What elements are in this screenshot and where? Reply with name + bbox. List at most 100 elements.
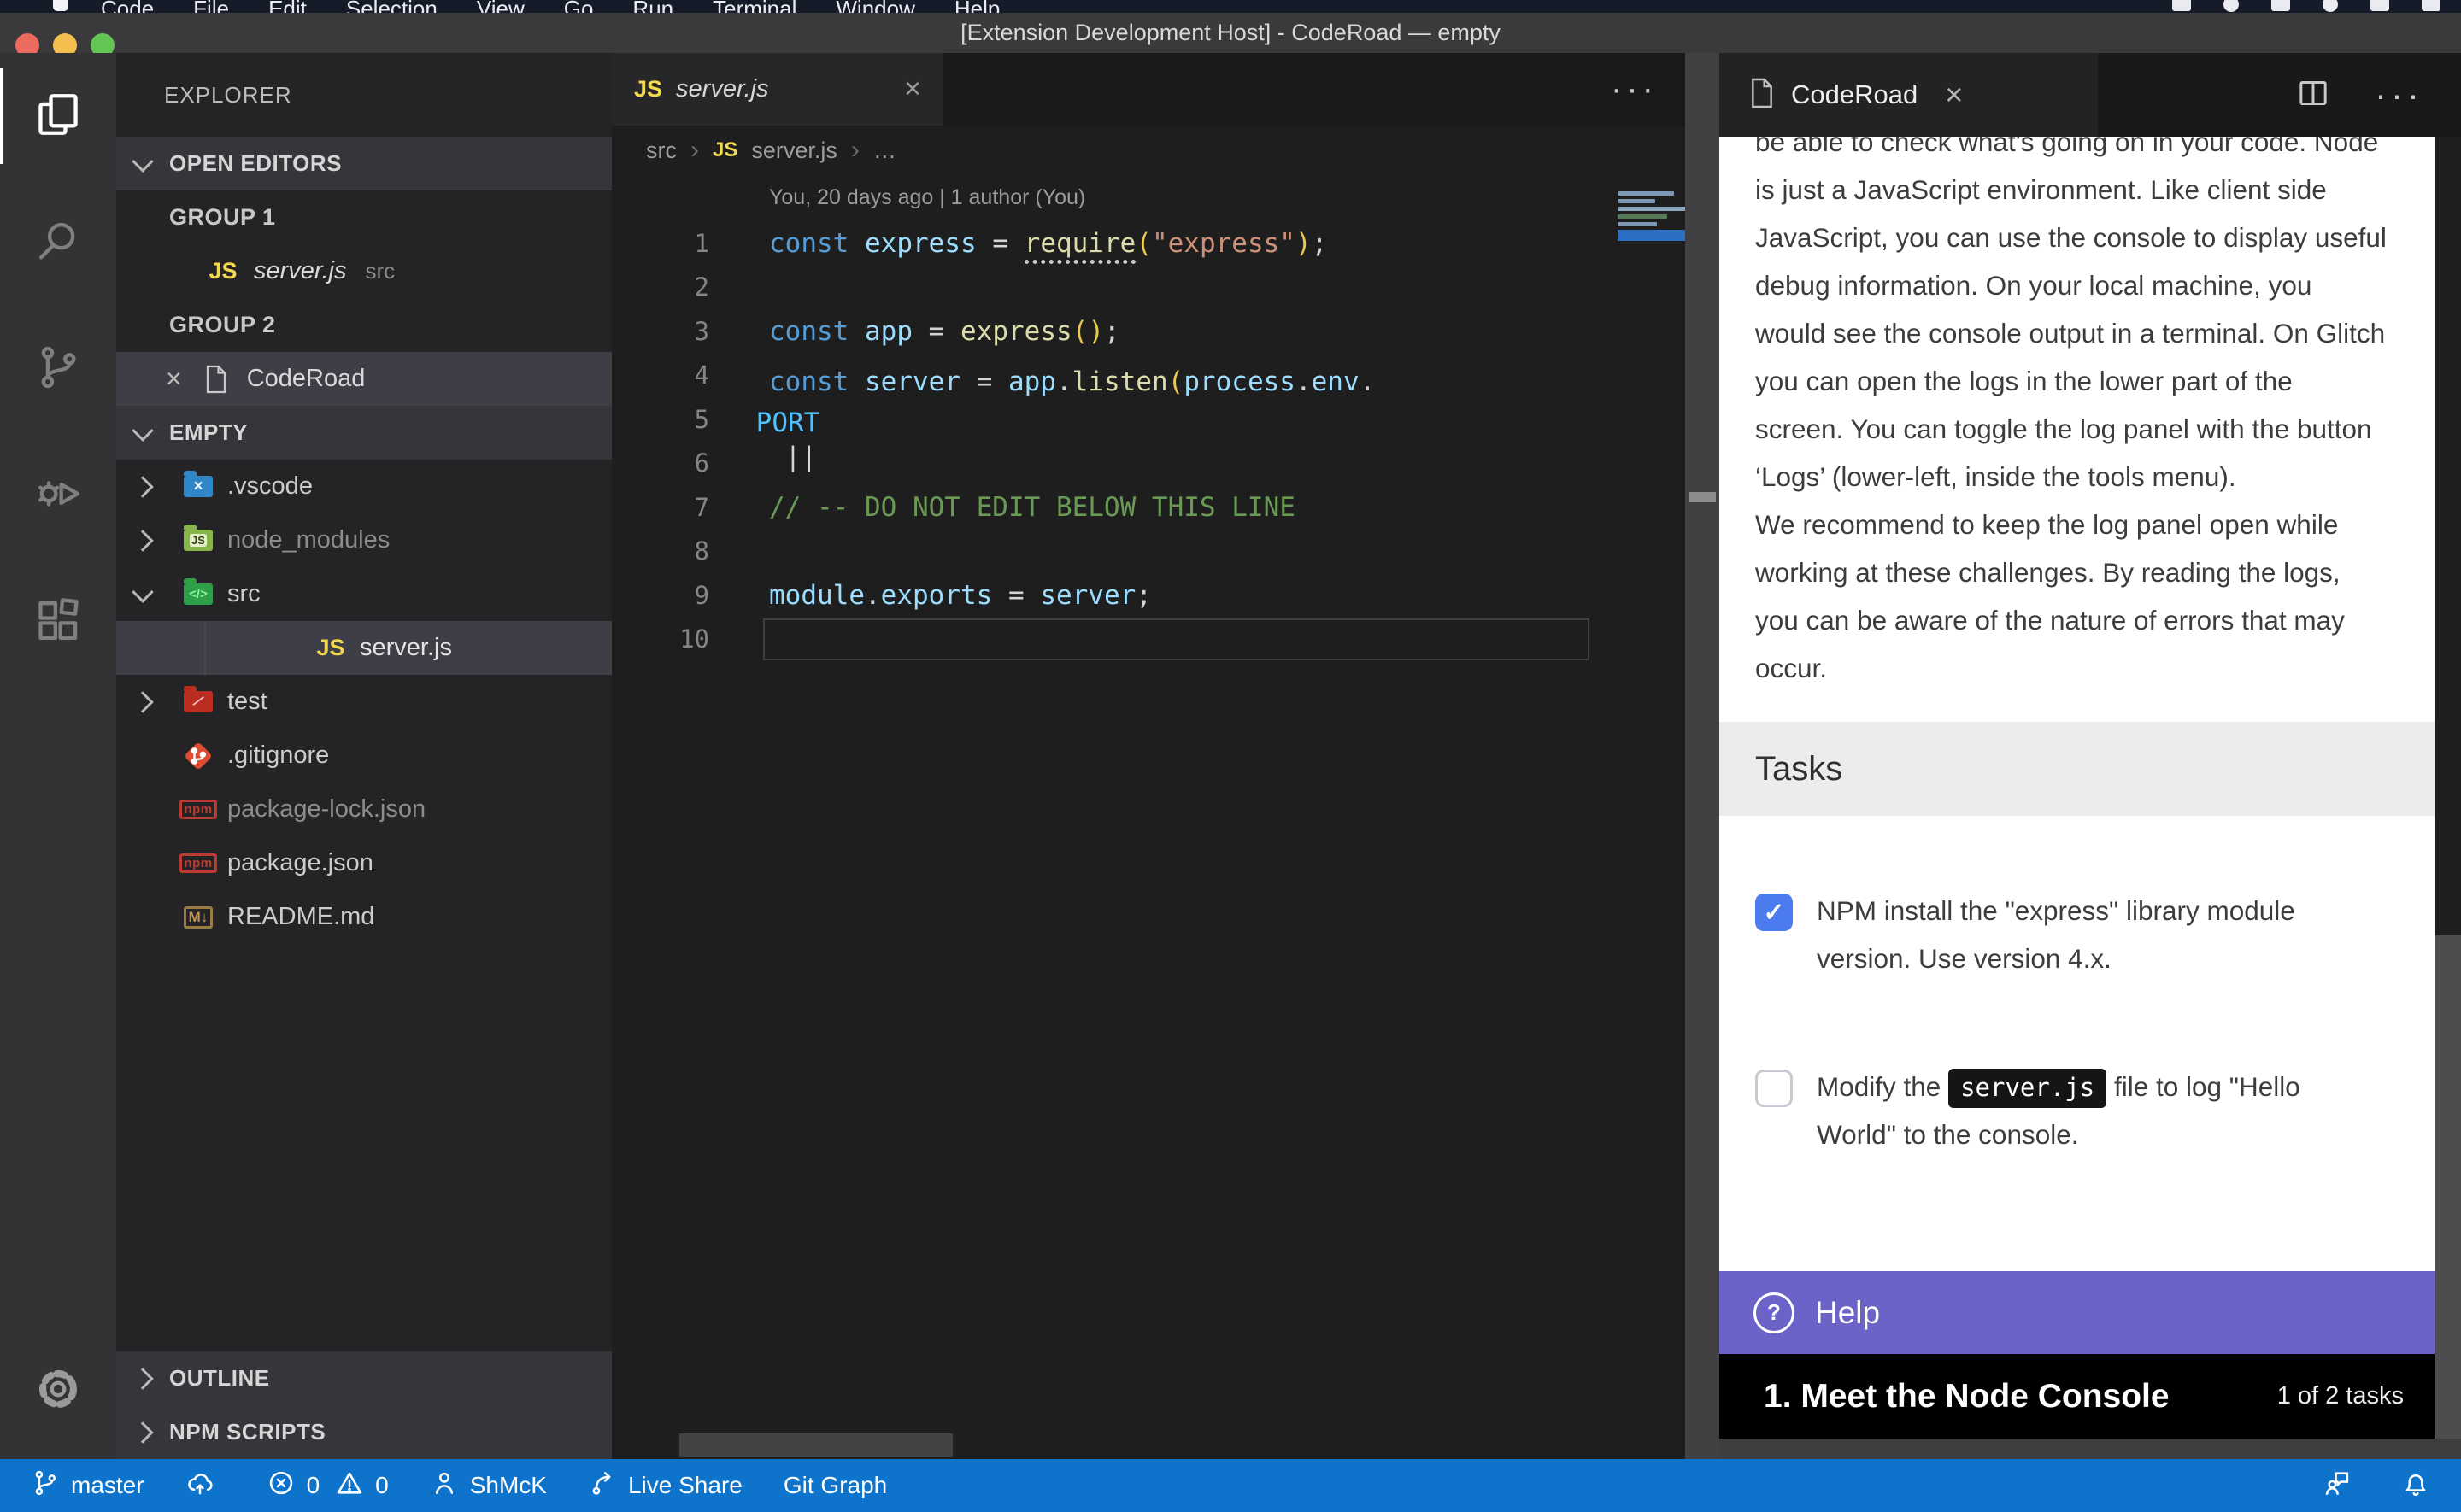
scrollbar-thumb[interactable] xyxy=(1689,492,1716,502)
task-checkbox-checked[interactable]: ✓ xyxy=(1755,894,1793,931)
file-icon xyxy=(199,362,233,396)
account-status[interactable]: ShMcK xyxy=(430,1468,547,1503)
code-line[interactable]: 5 const server = app.listen(process.env.… xyxy=(612,397,1719,442)
code-line[interactable]: 6 xyxy=(612,442,1719,486)
folder-src[interactable]: </> src xyxy=(116,567,612,621)
breadcrumb-segment[interactable]: src xyxy=(646,138,677,164)
activity-settings[interactable] xyxy=(0,1339,116,1442)
file-gitignore[interactable]: .gitignore xyxy=(116,729,612,782)
activity-source-control[interactable] xyxy=(0,306,116,432)
open-editor-row[interactable]: GROUP 2 xyxy=(116,298,612,352)
split-editor-icon[interactable] xyxy=(2296,76,2330,114)
panel-separator-scrollbar[interactable] xyxy=(1685,53,1719,1459)
section-npm-scripts[interactable]: NPM SCRIPTS xyxy=(116,1405,612,1459)
webview-scrollbar[interactable] xyxy=(2435,137,2461,1439)
folder-vscode[interactable]: × .vscode xyxy=(116,460,612,513)
code-line[interactable]: 10 xyxy=(612,618,1719,662)
menu-item[interactable]: Edit xyxy=(268,0,307,13)
more-actions-icon[interactable]: ··· xyxy=(2375,74,2423,115)
search-icon xyxy=(33,216,83,270)
file-readme[interactable]: M↓ README.md xyxy=(116,890,612,944)
code-area: 1 const express = require("express"); 2 … xyxy=(612,221,1719,661)
paragraph-line: ‘Logs’ (lower-left, inside the tools men… xyxy=(1755,453,2399,501)
code-line[interactable]: 1 const express = require("express"); xyxy=(612,221,1719,266)
error-icon xyxy=(267,1468,296,1503)
code-line[interactable]: 9 module.exports = server; xyxy=(612,573,1719,618)
folder-node-modules[interactable]: JS node_modules xyxy=(116,513,612,567)
tab-coderoad[interactable]: CodeRoad × xyxy=(1719,53,2098,137)
notifications-status[interactable] xyxy=(2401,1468,2430,1503)
folder-test[interactable]: ∕ test xyxy=(116,675,612,729)
line-number[interactable]: 2 xyxy=(612,273,709,302)
menu-item[interactable]: Code xyxy=(101,0,154,13)
file-package-json[interactable]: npm package.json xyxy=(116,836,612,890)
activity-run-debug[interactable] xyxy=(0,432,116,559)
git-branch-status[interactable]: master xyxy=(31,1468,144,1503)
menu-item[interactable]: View xyxy=(477,0,525,13)
menu-item[interactable]: Help xyxy=(954,0,1000,13)
line-number[interactable]: 3 xyxy=(612,317,709,346)
menu-item[interactable]: Window xyxy=(836,0,914,13)
line-number[interactable]: 7 xyxy=(612,493,709,522)
open-editor-server-js[interactable]: JS server.js src xyxy=(116,244,612,298)
npm-icon: npm xyxy=(181,847,215,881)
help-bar[interactable]: ? Help xyxy=(1719,1271,2435,1354)
folder-section-header[interactable]: EMPTY xyxy=(116,406,612,460)
md-icon: M↓ xyxy=(181,900,215,935)
sync-status[interactable] xyxy=(185,1468,226,1503)
menu-item[interactable]: Terminal xyxy=(713,0,796,13)
live-share-status[interactable]: Live Share xyxy=(588,1468,743,1503)
activity-search[interactable] xyxy=(0,179,116,306)
feedback-icon xyxy=(2323,1468,2352,1503)
open-editors-header[interactable]: OPEN EDITORS xyxy=(116,137,612,190)
feedback-status[interactable] xyxy=(2323,1468,2352,1503)
files-icon xyxy=(33,90,83,144)
git-graph-status[interactable]: Git Graph xyxy=(784,1472,887,1499)
scrollbar-thumb[interactable] xyxy=(2435,935,2461,1439)
warnings-status[interactable]: 0 xyxy=(335,1468,389,1503)
minimap[interactable] xyxy=(1618,191,1686,241)
menu-item[interactable]: Go xyxy=(564,0,594,13)
code-line[interactable]: 2 xyxy=(612,266,1719,310)
paragraph-line: JavaScript, you can use the console to d… xyxy=(1755,214,2399,261)
file-server-js[interactable]: JS server.js xyxy=(116,621,612,675)
breadcrumb-segment[interactable]: … xyxy=(873,138,896,164)
menu-item[interactable]: File xyxy=(193,0,229,13)
line-number[interactable]: 5 xyxy=(612,405,709,434)
js-icon: JS xyxy=(314,631,348,665)
open-editor-name: server.js xyxy=(254,257,347,285)
task-checkbox-unchecked[interactable] xyxy=(1755,1070,1793,1107)
breadcrumb-segment[interactable]: server.js xyxy=(751,138,837,164)
apple-logo-icon[interactable] xyxy=(53,0,68,11)
tab-server-js[interactable]: JS server.js × xyxy=(612,53,943,126)
check-icon: ✓ xyxy=(1763,898,1784,928)
activity-extensions[interactable] xyxy=(0,559,116,685)
section-outline[interactable]: OUTLINE xyxy=(116,1351,612,1405)
line-number[interactable]: 9 xyxy=(612,581,709,610)
code-line[interactable]: 3 const app = express(); xyxy=(612,309,1719,354)
menubar-status-icons[interactable] xyxy=(2172,0,2440,12)
menu-item[interactable]: Selection xyxy=(346,0,438,13)
open-editor-row[interactable]: GROUP 1 xyxy=(116,190,612,244)
close-icon[interactable]: × xyxy=(166,363,182,395)
codelens-annotation[interactable]: You, 20 days ago | 1 author (You) xyxy=(612,185,1719,214)
horizontal-scrollbar-thumb[interactable] xyxy=(679,1433,953,1457)
paragraph-line: occur. xyxy=(1755,644,2399,692)
close-icon[interactable]: × xyxy=(1945,77,1963,113)
errors-status[interactable]: 0 xyxy=(267,1468,320,1503)
line-number[interactable]: 1 xyxy=(612,229,709,258)
code-line[interactable]: 8 xyxy=(612,530,1719,574)
close-icon[interactable]: × xyxy=(904,73,921,106)
line-number[interactable]: 8 xyxy=(612,536,709,566)
line-number[interactable]: 10 xyxy=(612,624,709,653)
line-number[interactable]: 6 xyxy=(612,448,709,478)
git-icon xyxy=(181,739,215,773)
activity-explorer[interactable] xyxy=(0,53,116,179)
share-icon xyxy=(588,1468,617,1503)
file-package-lock[interactable]: npm package-lock.json xyxy=(116,782,612,836)
open-editor-coderoad[interactable]: × CodeRoad xyxy=(116,352,612,406)
code-line[interactable]: 7 // -- DO NOT EDIT BELOW THIS LINE xyxy=(612,485,1719,530)
gear-icon xyxy=(33,1364,83,1418)
menu-item[interactable]: Run xyxy=(632,0,673,13)
line-number[interactable]: 4 xyxy=(612,360,709,390)
